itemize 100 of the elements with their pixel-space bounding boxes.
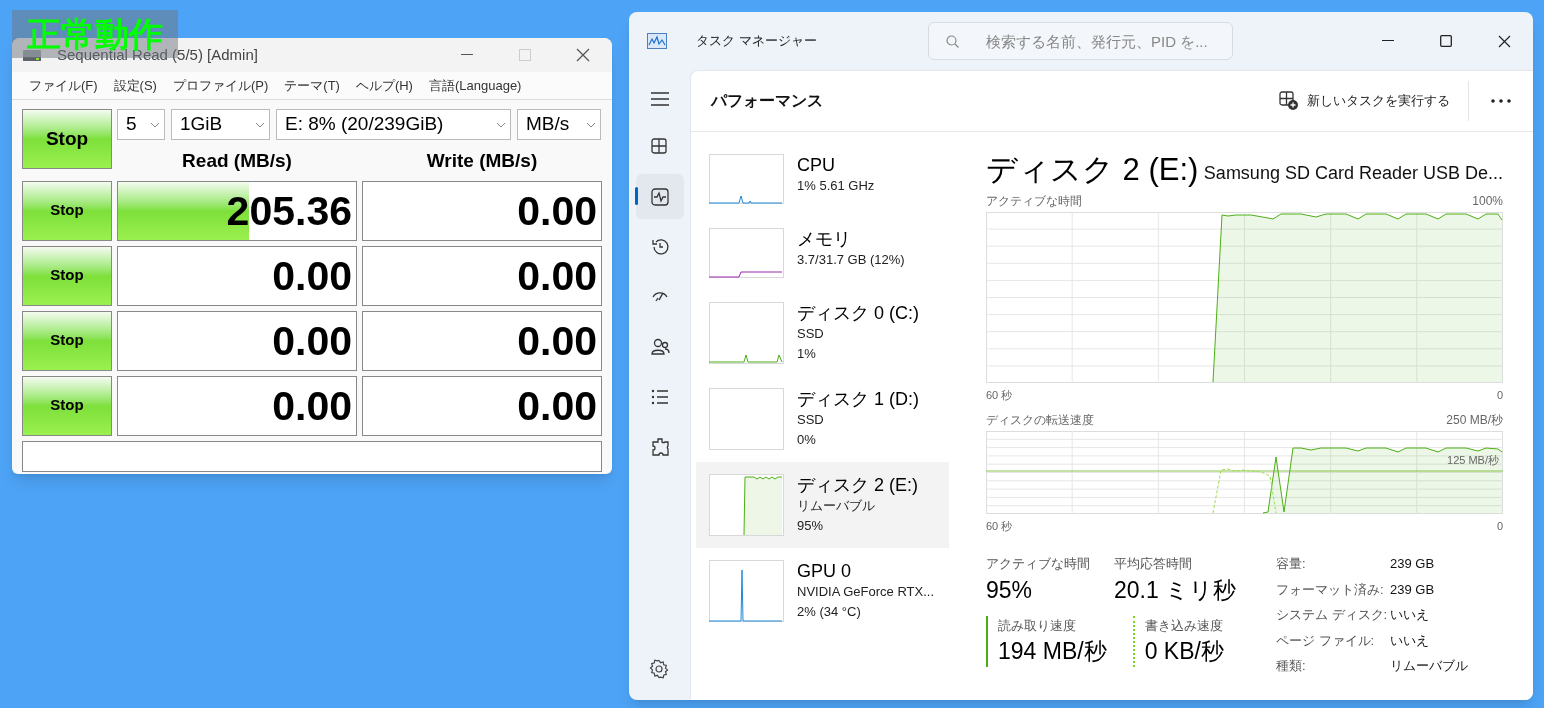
property-label: 種類: [1276,657,1307,675]
settings-icon[interactable] [648,658,670,680]
menu-item[interactable]: 設定(S) [105,75,165,96]
drive-icon [22,47,42,63]
chart-app-icon [647,33,667,49]
stop-button[interactable]: Stop [22,180,112,241]
puzzle-icon [649,436,670,457]
result-value: 0.00 [517,186,597,236]
stat-label: 平均応答時間 [1114,555,1193,573]
minimize-icon[interactable] [1382,40,1394,42]
property-label: ページ ファイル: [1276,631,1376,650]
device-stat: 3.7/31.7 GB (12%) [797,251,905,269]
axis-label: 0 [1496,518,1503,534]
device-name: GPU 0 [797,560,853,582]
window-title: タスク マネージャー [696,32,817,51]
device-item[interactable]: GPU 0 NVIDIA GeForce RTX... 2% (34 °C) [696,548,949,634]
run-task-button[interactable]: 新しいタスクを実行する [1279,81,1469,121]
minimize-icon[interactable] [461,54,473,56]
disk-title: ディスク 2 (E:) [986,151,1199,189]
close-icon[interactable] [576,48,590,62]
property-value: いいえ [1390,631,1430,650]
stop-button[interactable]: Stop [22,245,112,306]
device-stat: 95% [797,517,825,535]
axis-label: 0 [1496,388,1503,403]
property-label: フォーマット済み: [1276,580,1385,599]
nav-item[interactable] [635,174,684,219]
stop-all-button[interactable]: Stop [22,109,112,169]
chart-label: アクティブな時間 [986,193,1082,210]
maximize-icon [519,49,531,61]
users-icon [649,336,670,357]
device-item[interactable]: ディスク 2 (E:) リムーバブル 95% [696,462,949,548]
chevron-down-icon [496,121,506,128]
stat-value: 95% [986,575,1034,605]
menu-item[interactable]: テーマ(T) [276,75,348,96]
stat-value: 194 MB/秒 [998,637,1107,666]
device-item[interactable]: ディスク 0 (C:) SSD 1% [696,290,949,376]
stat-value: 0 KB/秒 [1144,637,1224,666]
result-value: 0.00 [517,251,597,301]
property-label: 容量: [1276,555,1307,573]
property-label: システム ディスク: [1276,606,1389,624]
device-item[interactable]: CPU 1% 5.61 GHz [696,142,949,216]
search-icon [946,35,959,48]
column-header: Write (MB/s) [425,149,539,173]
property-value: いいえ [1390,606,1430,624]
result-value: 0.00 [272,316,352,366]
device-stat: 2% (34 °C) [797,603,862,621]
result-value: 0.00 [272,381,352,431]
search-field[interactable]: 検索する名前、発行元、PID を... [928,22,1233,60]
pulse-icon [649,186,670,207]
device-name: ディスク 1 (D:) [797,388,919,410]
write-rate-line [1212,468,1277,513]
chevron-down-icon [586,121,596,128]
chart-label: ディスクの転送速度 [986,411,1094,429]
grid-icon [649,136,670,157]
device-name: ディスク 0 (C:) [797,302,919,324]
more-options-icon[interactable] [1491,98,1511,104]
device-stat: SSD [797,325,825,343]
device-name: CPU [797,154,836,176]
device-stat: 0% [797,431,817,449]
maximize-icon[interactable] [1440,35,1452,47]
stat-value: 20.1 ミリ秒 [1114,575,1237,605]
result-value: 0.00 [517,381,597,431]
close-icon[interactable] [1497,34,1511,48]
stop-button[interactable]: Stop [22,375,112,436]
dropdown[interactable]: 1GiB [171,109,270,140]
dropdown-value: 5 [126,112,137,137]
device-stat: NVIDIA GeForce RTX... [797,583,935,601]
new-task-icon [1279,91,1299,111]
chevron-down-icon [255,121,265,128]
dropdown-value: 1GiB [180,112,223,137]
dropdown[interactable]: 5 [117,109,165,140]
device-item[interactable]: メモリ 3.7/31.7 GB (12%) [696,216,949,290]
device-stat: SSD [797,411,825,429]
menu-item[interactable]: プロファイル(P) [164,75,277,96]
axis-label: 250 MB/秒 [1446,411,1503,429]
chevron-down-icon [150,121,160,128]
menu-item[interactable]: 言語(Language) [420,75,530,96]
dropdown-value: MB/s [526,112,570,137]
page-title: パフォーマンス [711,91,823,111]
dropdown[interactable]: E: 8% (20/239GiB) [276,109,511,140]
column-header: Read (MB/s) [181,149,293,173]
axis-label: 125 MB/秒 [1447,452,1499,468]
history-icon [649,236,670,257]
device-name: ディスク 2 (E:) [797,474,918,496]
dropdown[interactable]: MB/s [517,109,601,140]
stat-label: 読み取り速度 [998,616,1077,635]
axis-label: 60 秒 [986,518,1013,534]
stat-label: アクティブな時間 [986,555,1090,573]
result-value: 0.00 [517,316,597,366]
stat-label: 書き込み速度 [1144,616,1224,635]
device-name: メモリ [797,228,852,250]
device-stat: リムーバブル [797,497,876,515]
device-item[interactable]: ディスク 1 (D:) SSD 0% [696,376,949,462]
menu-item[interactable]: ヘルプ(H) [347,75,421,96]
result-value: 0.00 [272,251,352,301]
stop-button[interactable]: Stop [22,310,112,371]
property-value: 239 GB [1390,555,1436,573]
property-value: 239 GB [1390,580,1436,599]
menu-item[interactable]: ファイル(F) [21,75,106,96]
device-model: Samsung SD Card Reader USB De... [1203,162,1503,185]
